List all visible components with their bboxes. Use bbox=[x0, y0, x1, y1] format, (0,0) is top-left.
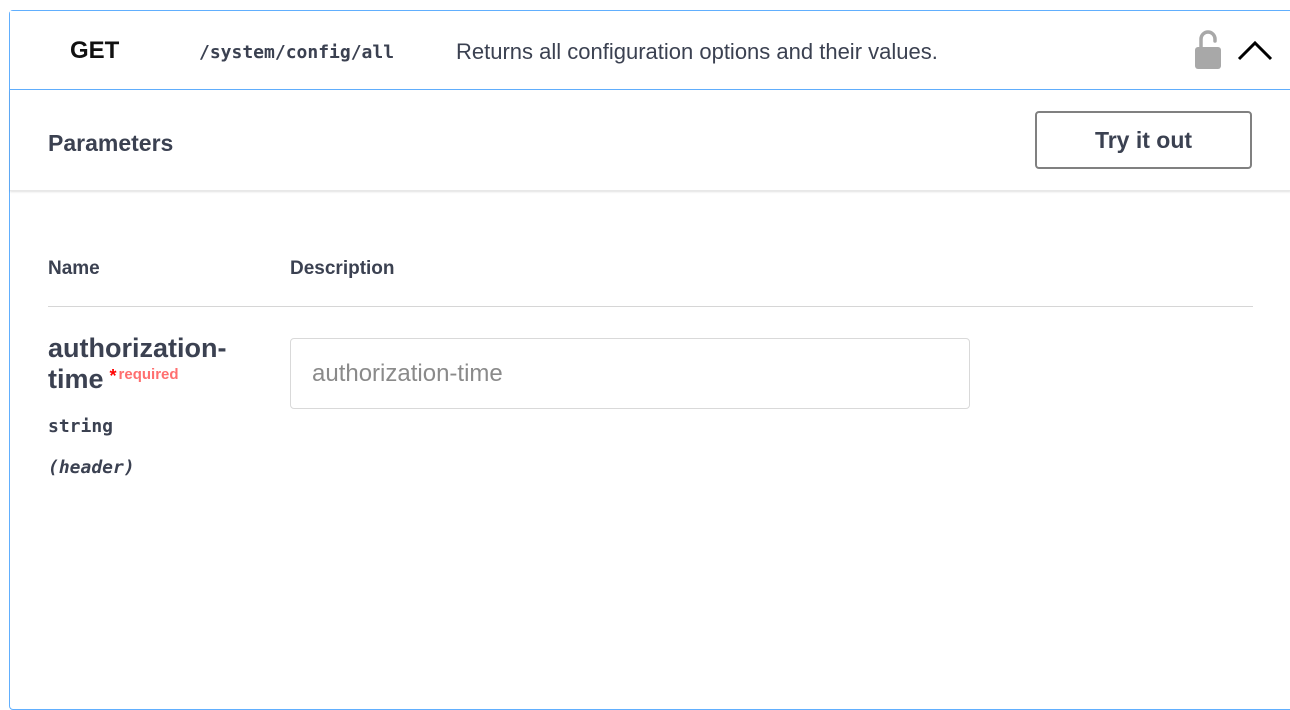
parameters-header: Parameters Try it out bbox=[10, 90, 1290, 191]
authorization-time-input[interactable] bbox=[290, 338, 970, 409]
parameter-name: authorization- time * required bbox=[48, 333, 273, 399]
parameter-location: (header) bbox=[48, 457, 135, 478]
http-method: GET bbox=[70, 37, 120, 64]
operation-summary[interactable]: GET /system/config/all Returns all confi… bbox=[10, 11, 1290, 90]
required-star: * bbox=[109, 366, 117, 386]
parameter-type: string bbox=[48, 416, 114, 437]
parameter-name-line2: time bbox=[48, 364, 104, 394]
name-column-header: Name bbox=[48, 258, 100, 279]
description-column-header: Description bbox=[290, 258, 395, 279]
operation-block: GET /system/config/all Returns all confi… bbox=[9, 10, 1290, 710]
chevron-up-icon[interactable] bbox=[1236, 37, 1274, 63]
required-label: required bbox=[118, 366, 179, 383]
operation-description: Returns all configuration options and th… bbox=[456, 39, 938, 64]
parameters-title: Parameters bbox=[48, 130, 174, 156]
table-divider bbox=[48, 306, 1253, 307]
endpoint-path: /system/config/all bbox=[199, 42, 395, 63]
try-it-out-button[interactable]: Try it out bbox=[1035, 111, 1252, 169]
parameter-name-line1: authorization- bbox=[48, 333, 227, 363]
unlocked-lock-icon[interactable] bbox=[1194, 29, 1222, 71]
